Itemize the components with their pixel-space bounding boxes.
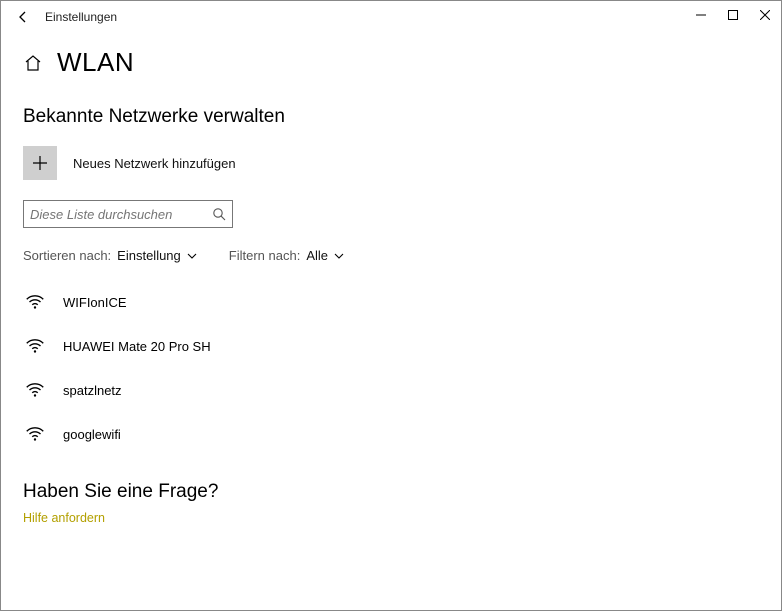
wifi-icon	[23, 291, 47, 313]
plus-box	[23, 146, 57, 180]
network-name: WIFIonICE	[63, 295, 127, 310]
page-title: WLAN	[57, 47, 134, 78]
maximize-icon	[728, 10, 738, 20]
window-maximize-button[interactable]	[717, 1, 749, 29]
filter-dropdown[interactable]: Filtern nach: Alle	[229, 248, 344, 263]
section-subheading: Bekannte Netzwerke verwalten	[23, 106, 759, 128]
network-item[interactable]: HUAWEI Mate 20 Pro SH	[23, 329, 759, 363]
sort-dropdown[interactable]: Sortieren nach: Einstellung	[23, 248, 197, 263]
network-item[interactable]: WIFIonICE	[23, 285, 759, 319]
add-network-button[interactable]: Neues Netzwerk hinzufügen	[23, 146, 759, 180]
network-item[interactable]: spatzlnetz	[23, 373, 759, 407]
minimize-icon	[696, 10, 706, 20]
search-icon	[212, 207, 226, 221]
question-heading: Haben Sie eine Frage?	[23, 481, 759, 503]
window-minimize-button[interactable]	[685, 1, 717, 29]
search-input[interactable]	[30, 207, 212, 222]
close-icon	[760, 10, 770, 20]
network-name: spatzlnetz	[63, 383, 122, 398]
chevron-down-icon	[334, 251, 344, 261]
chevron-down-icon	[187, 251, 197, 261]
wifi-icon	[23, 335, 47, 357]
wifi-icon	[23, 423, 47, 445]
home-icon[interactable]	[23, 53, 43, 73]
search-box[interactable]	[23, 200, 233, 228]
window-close-button[interactable]	[749, 1, 781, 29]
plus-icon	[32, 155, 48, 171]
network-name: googlewifi	[63, 427, 121, 442]
sort-value: Einstellung	[117, 248, 181, 263]
wifi-icon	[23, 379, 47, 401]
arrow-left-icon	[16, 10, 30, 24]
sort-label: Sortieren nach:	[23, 248, 111, 263]
network-list: WIFIonICE HUAWEI Mate 20 Pro SH spatzlnetz…	[23, 285, 759, 451]
filter-value: Alle	[306, 248, 328, 263]
window-title: Einstellungen	[45, 10, 117, 24]
filter-label: Filtern nach:	[229, 248, 301, 263]
add-network-label: Neues Netzwerk hinzufügen	[73, 156, 236, 171]
back-button[interactable]	[9, 1, 37, 33]
network-item[interactable]: googlewifi	[23, 417, 759, 451]
help-link[interactable]: Hilfe anfordern	[23, 511, 759, 525]
page-heading-row: WLAN	[23, 47, 759, 78]
network-name: HUAWEI Mate 20 Pro SH	[63, 339, 211, 354]
